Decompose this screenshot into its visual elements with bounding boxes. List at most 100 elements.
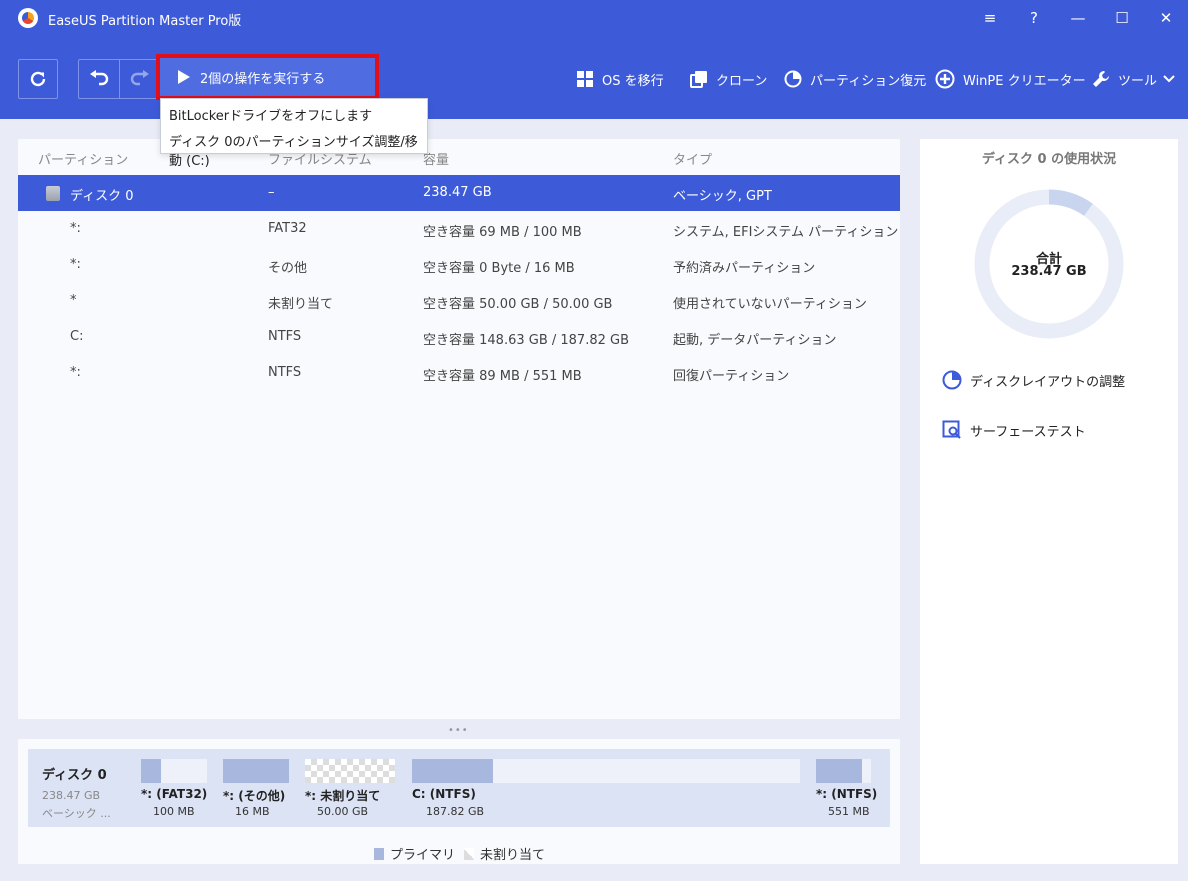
migrate-os-label: OS を移行 bbox=[602, 73, 664, 89]
tools-button[interactable]: ツール bbox=[1092, 68, 1175, 90]
execute-operations-button[interactable]: 2個の操作を実行する bbox=[156, 54, 379, 100]
row-type: 予約済みパーティション bbox=[673, 261, 816, 276]
row-capacity: 空き容量 148.63 GB / 187.82 GB bbox=[423, 333, 630, 348]
clone-button[interactable]: クローン bbox=[690, 68, 767, 90]
partition-block-c[interactable] bbox=[412, 759, 800, 783]
surface-test-icon bbox=[942, 420, 961, 439]
row-name: C: bbox=[70, 329, 84, 344]
table-row[interactable]: *: FAT32 空き容量 69 MB / 100 MB システム, EFIシス… bbox=[18, 211, 900, 247]
partition-usage-bar bbox=[816, 759, 863, 783]
table-row[interactable]: *: NTFS 空き容量 89 MB / 551 MB 回復パーティション bbox=[18, 355, 900, 391]
partition-map-size: 100 MB bbox=[153, 805, 195, 818]
partition-map-size: 551 MB bbox=[828, 805, 870, 818]
row-filesystem: 未割り当て bbox=[268, 297, 334, 312]
row-name: ディスク 0 bbox=[70, 189, 134, 204]
row-capacity: 238.47 GB bbox=[423, 185, 492, 200]
row-type: システム, EFIシステム パーティション bbox=[673, 225, 899, 240]
redo-icon bbox=[130, 70, 149, 86]
row-type: 使用されていないパーティション bbox=[673, 297, 867, 312]
migrate-os-button[interactable]: OS を移行 bbox=[576, 68, 664, 90]
row-type: ベーシック, GPT bbox=[673, 189, 772, 204]
row-filesystem: – bbox=[268, 185, 275, 200]
row-type: 起動, データパーティション bbox=[673, 333, 837, 348]
row-name: *: bbox=[70, 365, 81, 380]
execute-operations-label: 2個の操作を実行する bbox=[200, 71, 326, 87]
row-filesystem: FAT32 bbox=[268, 221, 307, 236]
row-filesystem: NTFS bbox=[268, 329, 302, 344]
row-filesystem: NTFS bbox=[268, 365, 302, 380]
disk-map-name: ディスク 0 bbox=[42, 768, 107, 783]
pending-operation-item[interactable]: BitLockerドライブをオフにします bbox=[169, 105, 372, 124]
legend-swatch-unallocated bbox=[464, 847, 474, 860]
row-capacity: 空き容量 0 Byte / 16 MB bbox=[423, 261, 575, 276]
winpe-creator-button[interactable]: WinPE クリエーター bbox=[935, 68, 1086, 90]
help-icon[interactable]: ? bbox=[1022, 6, 1046, 30]
chevron-down-icon bbox=[1163, 75, 1175, 83]
plus-circle-icon bbox=[935, 69, 955, 89]
partition-map-size: 50.00 GB bbox=[317, 805, 369, 818]
partition-usage-bar bbox=[223, 759, 289, 783]
partition-block-other[interactable] bbox=[223, 759, 289, 783]
panel-splitter-handle[interactable]: ••• bbox=[448, 725, 469, 736]
pending-operations-dropdown: BitLockerドライブをオフにします ディスク 0のパーティションサイズ調整… bbox=[160, 98, 428, 169]
legend-unallocated: 未割り当て bbox=[464, 844, 545, 863]
table-row-disk-0[interactable]: ディスク 0 – 238.47 GB ベーシック, GPT bbox=[18, 175, 900, 211]
table-row[interactable]: C: NTFS 空き容量 148.63 GB / 187.82 GB 起動, デ… bbox=[18, 319, 900, 355]
partition-map-label: *: 未割り当て bbox=[305, 789, 381, 803]
column-header-type[interactable]: タイプ bbox=[673, 149, 712, 168]
row-name: *: bbox=[70, 221, 81, 236]
row-capacity: 空き容量 89 MB / 551 MB bbox=[423, 369, 582, 384]
partition-map-size: 187.82 GB bbox=[426, 805, 485, 818]
refresh-button[interactable] bbox=[18, 59, 58, 99]
redo-button[interactable] bbox=[120, 60, 160, 98]
app-title: EaseUS Partition Master Pro版 bbox=[48, 14, 242, 29]
close-icon[interactable]: ✕ bbox=[1154, 6, 1178, 30]
row-filesystem: その他 bbox=[268, 261, 308, 276]
row-capacity: 空き容量 69 MB / 100 MB bbox=[423, 225, 582, 240]
legend-swatch-primary bbox=[374, 847, 384, 860]
wrench-icon bbox=[1093, 71, 1109, 87]
row-capacity: 空き容量 50.00 GB / 50.00 GB bbox=[423, 297, 613, 312]
menu-icon[interactable]: ≡ bbox=[978, 6, 1002, 30]
disk-map-panel: ディスク 0 238.47 GB ベーシック ... *: (FAT32) 10… bbox=[18, 739, 900, 864]
partition-map-label: *: (NTFS) bbox=[816, 787, 878, 801]
disk-usage-panel: ディスク 0 の使用状況 合計 238.47 GB ディスクレイアウトの調整 サ… bbox=[920, 139, 1178, 864]
partition-map-label: C: (NTFS) bbox=[412, 787, 476, 801]
pending-operation-item[interactable]: ディスク 0のパーティションサイズ調整/移動 (C:) bbox=[169, 131, 427, 169]
partition-usage-bar bbox=[141, 759, 162, 783]
table-row[interactable]: * 未割り当て 空き容量 50.00 GB / 50.00 GB 使用されていな… bbox=[18, 283, 900, 319]
partition-block-fat32[interactable] bbox=[141, 759, 207, 783]
disk-layout-icon bbox=[942, 370, 962, 390]
disk-map-row[interactable]: ディスク 0 238.47 GB ベーシック ... *: (FAT32) 10… bbox=[28, 749, 890, 827]
partition-map-size: 16 MB bbox=[235, 805, 270, 818]
table-row[interactable]: *: その他 空き容量 0 Byte / 16 MB 予約済みパーティション bbox=[18, 247, 900, 283]
winpe-creator-label: WinPE クリエーター bbox=[963, 73, 1086, 89]
title-bar: EaseUS Partition Master Pro版 ≡ ? — ☐ ✕ bbox=[0, 0, 1188, 36]
partition-map-label: *: (FAT32) bbox=[141, 787, 208, 801]
partition-recovery-button[interactable]: パーティション復元 bbox=[784, 68, 926, 90]
partition-usage-bar bbox=[412, 759, 494, 783]
legend-label: プライマリ bbox=[390, 848, 456, 863]
disk-icon bbox=[46, 186, 60, 201]
partition-list-panel: パーティション ファイルシステム 容量 タイプ ディスク 0 – 238.47 … bbox=[18, 139, 900, 719]
surface-test-link[interactable]: サーフェーステスト bbox=[942, 420, 1086, 440]
clone-icon bbox=[690, 71, 707, 88]
surface-test-label: サーフェーステスト bbox=[970, 424, 1086, 440]
legend-label: 未割り当て bbox=[480, 848, 546, 863]
tools-label: ツール bbox=[1118, 73, 1158, 89]
partition-block-unallocated[interactable] bbox=[305, 759, 395, 783]
adjust-disk-layout-link[interactable]: ディスクレイアウトの調整 bbox=[942, 370, 1125, 390]
total-value: 238.47 GB bbox=[1011, 264, 1087, 279]
row-name: * bbox=[70, 293, 77, 308]
partition-block-recovery[interactable] bbox=[816, 759, 871, 783]
app-logo-icon bbox=[18, 8, 38, 28]
maximize-icon[interactable]: ☐ bbox=[1110, 6, 1134, 30]
undo-button[interactable] bbox=[79, 60, 120, 98]
row-type: 回復パーティション bbox=[673, 369, 790, 384]
partition-map-label: *: (その他) bbox=[223, 789, 286, 803]
row-name: *: bbox=[70, 257, 81, 272]
column-header-partition[interactable]: パーティション bbox=[38, 149, 128, 168]
minimize-icon[interactable]: — bbox=[1066, 6, 1090, 30]
disk-map-size: 238.47 GB bbox=[42, 789, 101, 802]
undo-redo-group bbox=[78, 59, 160, 99]
